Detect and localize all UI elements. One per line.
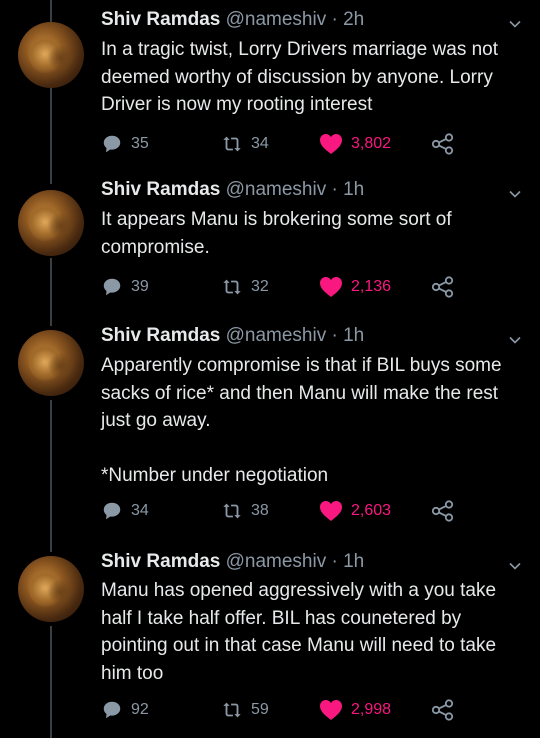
retweet-count: 34 — [251, 135, 269, 152]
reply-count: 39 — [131, 278, 149, 295]
separator-dot: · — [331, 9, 338, 30]
timestamp[interactable]: 1h — [343, 325, 364, 346]
share-icon — [431, 500, 454, 522]
retweet-icon — [223, 136, 241, 152]
tweet-text: It appears Manu is brokering some sort o… — [101, 206, 529, 261]
action-bar: 34 38 2,603 — [101, 498, 461, 524]
reply-count: 92 — [131, 701, 149, 718]
tweet-text: Apparently compromise is that if BIL buy… — [101, 352, 529, 489]
tweet-paragraph: In a tragic twist, Lorry Drivers marriag… — [101, 39, 499, 115]
reply-button[interactable]: 34 — [101, 498, 149, 524]
share-button[interactable] — [431, 697, 455, 723]
tweet-text: Manu has opened aggressively with a you … — [101, 577, 529, 687]
share-icon — [431, 276, 454, 298]
reply-count: 34 — [131, 502, 149, 519]
like-count: 3,802 — [351, 135, 392, 152]
thread-line — [50, 626, 52, 738]
retweet-count: 59 — [251, 701, 269, 718]
chevron-down-icon[interactable] — [509, 18, 521, 30]
chevron-down-icon[interactable] — [509, 560, 521, 572]
tweet-text: In a tragic twist, Lorry Drivers marriag… — [101, 36, 529, 119]
like-button[interactable]: 2,603 — [319, 498, 391, 524]
thread-line — [50, 258, 52, 326]
avatar[interactable] — [18, 22, 84, 88]
tweet-footnote: *Number under negotiation — [101, 464, 329, 486]
user-handle[interactable]: @nameshiv — [226, 9, 327, 30]
timestamp[interactable]: 2h — [343, 9, 364, 30]
avatar[interactable] — [18, 190, 84, 256]
tweet-header: Shiv Ramdas @nameshiv · 1h — [101, 550, 364, 574]
retweet-icon — [223, 503, 241, 519]
tweet-paragraph: It appears Manu is brokering some sort o… — [101, 209, 452, 258]
tweet-header: Shiv Ramdas @nameshiv · 1h — [101, 178, 364, 202]
retweet-button[interactable]: 32 — [221, 274, 269, 300]
reply-bubble-icon — [103, 278, 121, 296]
action-bar: 35 34 3,802 — [101, 131, 461, 157]
retweet-count: 38 — [251, 502, 269, 519]
avatar[interactable] — [18, 330, 84, 396]
tweet-paragraph: Apparently compromise is that if BIL buy… — [101, 355, 502, 431]
like-button[interactable]: 2,998 — [319, 697, 391, 723]
reply-button[interactable]: 35 — [101, 131, 149, 157]
retweet-icon — [223, 279, 241, 295]
share-button[interactable] — [431, 274, 455, 300]
retweet-button[interactable]: 34 — [221, 131, 269, 157]
separator-dot: · — [331, 179, 338, 200]
like-count: 2,998 — [351, 701, 392, 718]
like-count: 2,136 — [351, 278, 392, 295]
display-name[interactable]: Shiv Ramdas — [101, 325, 220, 346]
separator-dot: · — [331, 551, 338, 572]
tweet-header: Shiv Ramdas @nameshiv · 1h — [101, 324, 364, 348]
share-icon — [431, 133, 454, 155]
retweet-button[interactable]: 59 — [221, 697, 269, 723]
share-button[interactable] — [431, 498, 455, 524]
tweet-paragraph: Manu has opened aggressively with a you … — [101, 580, 497, 684]
like-button[interactable]: 3,802 — [319, 131, 391, 157]
heart-icon — [320, 700, 342, 720]
tweet-header: Shiv Ramdas @nameshiv · 2h — [101, 8, 364, 32]
share-button[interactable] — [431, 131, 455, 157]
retweet-button[interactable]: 38 — [221, 498, 269, 524]
display-name[interactable]: Shiv Ramdas — [101, 179, 220, 200]
separator-dot: · — [331, 325, 338, 346]
chevron-down-icon[interactable] — [509, 334, 521, 346]
reply-count: 35 — [131, 135, 149, 152]
thread-line — [50, 86, 52, 184]
display-name[interactable]: Shiv Ramdas — [101, 551, 220, 572]
action-bar: 39 32 2,136 — [101, 274, 461, 300]
reply-bubble-icon — [103, 135, 121, 153]
action-bar: 92 59 2,998 — [101, 697, 461, 723]
heart-icon — [320, 277, 342, 297]
user-handle[interactable]: @nameshiv — [226, 551, 327, 572]
timestamp[interactable]: 1h — [343, 551, 364, 572]
retweet-count: 32 — [251, 278, 269, 295]
like-count: 2,603 — [351, 502, 392, 519]
heart-icon — [320, 134, 342, 154]
avatar[interactable] — [18, 556, 84, 622]
display-name[interactable]: Shiv Ramdas — [101, 9, 220, 30]
retweet-icon — [223, 702, 241, 718]
like-button[interactable]: 2,136 — [319, 274, 391, 300]
reply-bubble-icon — [103, 701, 121, 719]
chevron-down-icon[interactable] — [509, 188, 521, 200]
share-icon — [431, 699, 454, 721]
reply-button[interactable]: 92 — [101, 697, 149, 723]
timestamp[interactable]: 1h — [343, 179, 364, 200]
thread-line — [50, 400, 52, 552]
user-handle[interactable]: @nameshiv — [226, 179, 327, 200]
heart-icon — [320, 501, 342, 521]
thread-line — [50, 0, 52, 22]
user-handle[interactable]: @nameshiv — [226, 325, 327, 346]
reply-button[interactable]: 39 — [101, 274, 149, 300]
reply-bubble-icon — [103, 502, 121, 520]
